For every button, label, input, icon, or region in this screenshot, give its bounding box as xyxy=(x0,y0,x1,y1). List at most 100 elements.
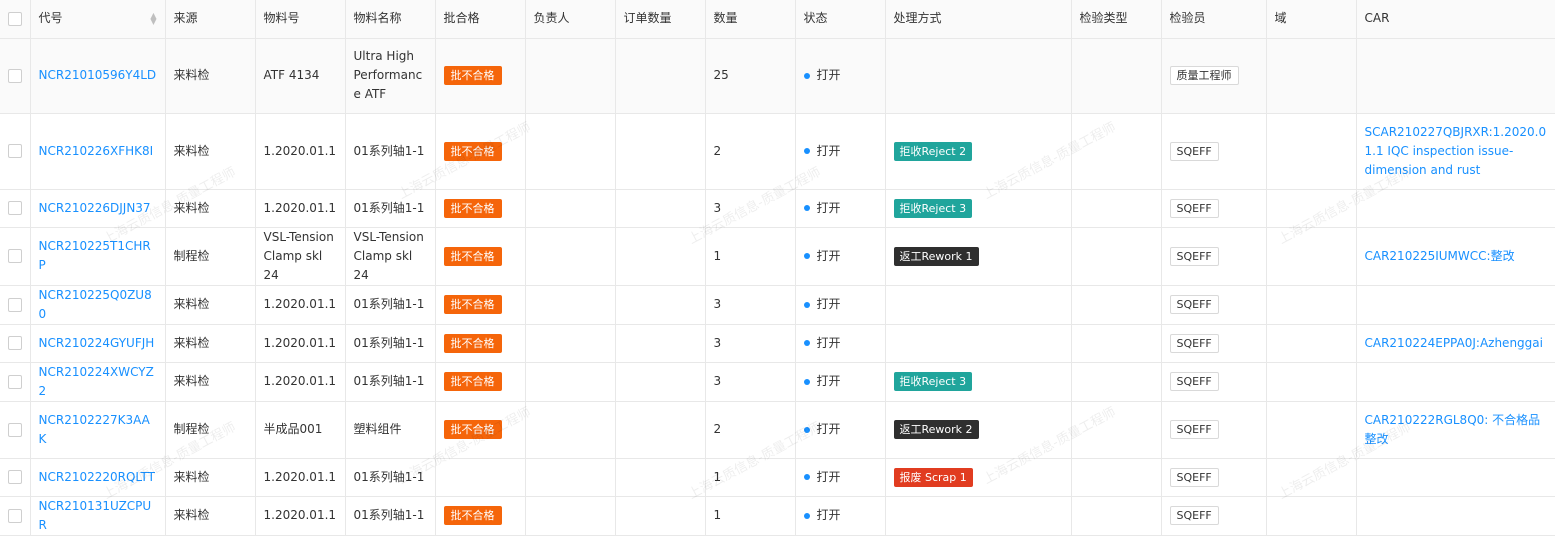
inspector-cell: SQEFF xyxy=(1161,458,1267,497)
ncr-code-link[interactable]: NCR210226DJJN37 xyxy=(39,201,151,215)
checkbox-box[interactable] xyxy=(7,422,22,437)
table-row[interactable]: NCR2102220RQLTT 来料检 1.2020.01.1 01系列轴1-1… xyxy=(0,458,1555,497)
ncr-code-link[interactable]: NCR210226XFHK8I xyxy=(39,144,154,158)
table-row[interactable]: NCR210131UZCPUR 来料检 1.2020.01.1 01系列轴1-1… xyxy=(0,496,1555,536)
source-cell: 来料检 xyxy=(165,189,256,228)
disposition-cell: 报废 Scrap 1 xyxy=(885,458,1072,497)
lot-result-tag: 批不合格 xyxy=(443,333,502,353)
row-checkbox[interactable] xyxy=(0,458,31,497)
column-header-inspector: 检验员 xyxy=(1161,0,1267,39)
inspector-cell: 质量工程师 xyxy=(1161,38,1267,114)
disposition-cell: 返工Rework 1 xyxy=(885,227,1072,286)
status-dot-icon xyxy=(803,205,810,212)
disposition-cell xyxy=(885,285,1072,325)
row-checkbox[interactable] xyxy=(0,38,31,114)
disposition-cell: 拒收Reject 3 xyxy=(885,189,1072,228)
row-checkbox[interactable] xyxy=(0,401,31,459)
inspector-tag: SQEFF xyxy=(1169,420,1219,439)
table-row[interactable]: NCR21010596Y4LD 来料检 ATF 4134 Ultra High … xyxy=(0,38,1555,114)
row-checkbox[interactable] xyxy=(0,285,31,325)
material-no-cell: 1.2020.01.1 xyxy=(255,189,346,228)
qty-cell: 1 xyxy=(705,227,796,286)
code-cell: NCR210225Q0ZU80 xyxy=(30,285,166,325)
column-header-code[interactable]: 代号 ▲ ▼ xyxy=(30,0,166,39)
domain-cell xyxy=(1266,38,1357,114)
table-row[interactable]: NCR210225Q0ZU80 来料检 1.2020.01.1 01系列轴1-1… xyxy=(0,285,1555,325)
sort-icon[interactable]: ▲ ▼ xyxy=(150,11,156,25)
inspector-tag: SQEFF xyxy=(1169,506,1219,525)
lot-result-tag: 批不合格 xyxy=(443,372,502,391)
material-name-cell: 01系列轴1-1 xyxy=(345,285,436,325)
checkbox-box[interactable] xyxy=(7,68,22,83)
checkbox-box[interactable] xyxy=(7,374,22,389)
car-link[interactable]: CAR210224EPPA0J:Azhenggai xyxy=(1365,336,1543,350)
qty-cell: 3 xyxy=(705,189,796,228)
ncr-code-link[interactable]: NCR21010596Y4LD xyxy=(39,68,157,82)
checkbox-box[interactable] xyxy=(7,297,22,312)
row-checkbox[interactable] xyxy=(0,189,31,228)
checkbox-box[interactable] xyxy=(7,144,22,158)
source-cell: 制程检 xyxy=(165,401,256,459)
car-link[interactable]: CAR210225IUMWCC:整改 xyxy=(1365,249,1515,263)
inspection-type-cell xyxy=(1071,458,1162,497)
ncr-code-link[interactable]: NCR210131UZCPUR xyxy=(39,499,152,532)
qty-cell: 3 xyxy=(705,324,796,363)
material-name-cell: 01系列轴1-1 xyxy=(345,458,436,497)
checkbox-box[interactable] xyxy=(7,11,22,26)
source-cell: 来料检 xyxy=(165,324,256,363)
ncr-code-link[interactable]: NCR210225Q0ZU80 xyxy=(39,288,152,321)
owner-cell xyxy=(525,496,616,536)
disposition-tag: 拒收Reject 2 xyxy=(893,141,973,161)
checkbox-box[interactable] xyxy=(7,336,22,350)
car-link[interactable]: SCAR210227QBJRXR:1.2020.01.1 IQC inspect… xyxy=(1365,125,1547,177)
material-no-cell: 1.2020.01.1 xyxy=(255,113,346,190)
table-row[interactable]: NCR210224XWCYZ2 来料检 1.2020.01.1 01系列轴1-1… xyxy=(0,362,1555,402)
ncr-code-link[interactable]: NCR210224GYUFJH xyxy=(39,336,155,350)
material-no-cell: 1.2020.01.1 xyxy=(255,324,346,363)
source-cell: 来料检 xyxy=(165,496,256,536)
ncr-code-link[interactable]: NCR2102227K3AAK xyxy=(39,413,150,446)
table-row[interactable]: NCR210226XFHK8I 来料检 1.2020.01.1 01系列轴1-1… xyxy=(0,113,1555,190)
lot-result-cell: 批不合格 xyxy=(435,496,526,536)
row-checkbox[interactable] xyxy=(0,227,31,286)
lot-result-cell xyxy=(435,458,526,497)
status-cell: 打开 xyxy=(795,38,886,114)
lot-result-cell: 批不合格 xyxy=(435,113,526,190)
ncr-code-link[interactable]: NCR210224XWCYZ2 xyxy=(39,365,154,398)
ncr-code-link[interactable]: NCR2102220RQLTT xyxy=(39,470,155,484)
status-indicator: 打开 xyxy=(803,334,841,353)
status-dot-icon xyxy=(803,340,810,347)
status-text: 打开 xyxy=(816,335,841,350)
qty-cell: 1 xyxy=(705,458,796,497)
ncr-table: 代号 ▲ ▼ 来源 物料号 物料名称 批合格 负责人 订单数量 数量 状态 处理方… xyxy=(0,0,1555,536)
source-cell: 制程检 xyxy=(165,227,256,286)
table-row[interactable]: NCR210224GYUFJH 来料检 1.2020.01.1 01系列轴1-1… xyxy=(0,324,1555,363)
checkbox-box[interactable] xyxy=(7,470,22,484)
disposition-tag: 拒收Reject 3 xyxy=(893,198,973,218)
inspector-cell: SQEFF xyxy=(1161,401,1267,459)
order-qty-cell xyxy=(615,227,706,286)
column-header-owner: 负责人 xyxy=(525,0,616,39)
status-text: 打开 xyxy=(816,469,841,484)
domain-cell xyxy=(1266,496,1357,536)
inspector-tag: SQEFF xyxy=(1169,141,1219,161)
order-qty-cell xyxy=(615,496,706,536)
table-row[interactable]: NCR2102227K3AAK 制程检 半成品001 塑料组件 批不合格 2 打… xyxy=(0,401,1555,459)
select-all-checkbox[interactable] xyxy=(0,0,31,39)
inspector-tag: SQEFF xyxy=(1169,198,1219,218)
row-checkbox[interactable] xyxy=(0,362,31,402)
checkbox-box[interactable] xyxy=(7,249,22,263)
table-row[interactable]: NCR210226DJJN37 来料检 1.2020.01.1 01系列轴1-1… xyxy=(0,189,1555,228)
lot-result-cell: 批不合格 xyxy=(435,324,526,363)
row-checkbox[interactable] xyxy=(0,496,31,536)
table-row[interactable]: NCR210225T1CHRP 制程检 VSL-Tension Clamp sk… xyxy=(0,227,1555,286)
material-no-cell: 半成品001 xyxy=(255,401,346,459)
ncr-code-link[interactable]: NCR210225T1CHRP xyxy=(39,239,151,272)
row-checkbox[interactable] xyxy=(0,324,31,363)
checkbox-box[interactable] xyxy=(7,508,22,523)
status-dot-icon xyxy=(803,253,810,260)
status-cell: 打开 xyxy=(795,496,886,536)
car-link[interactable]: CAR210222RGL8Q0: 不合格品整改 xyxy=(1365,413,1541,446)
checkbox-box[interactable] xyxy=(7,201,22,215)
row-checkbox[interactable] xyxy=(0,113,31,190)
